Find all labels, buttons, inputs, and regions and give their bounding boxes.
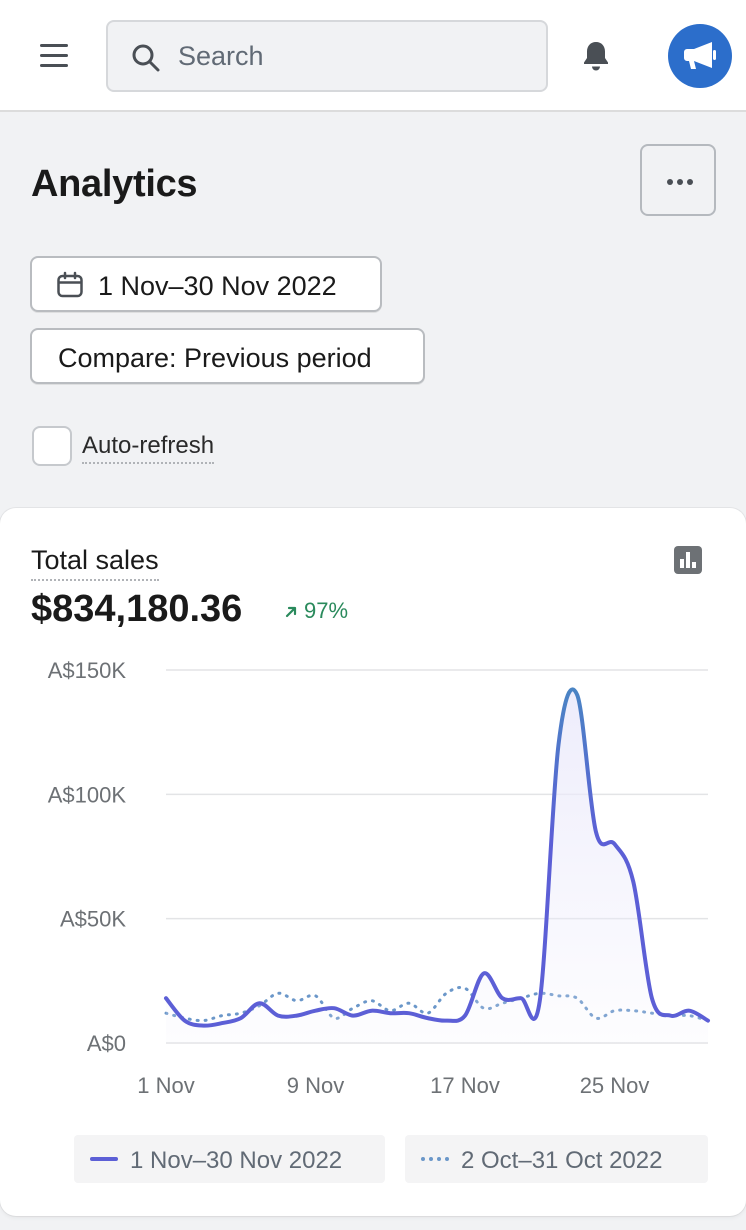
megaphone-icon [684,42,716,69]
top-bar [0,0,746,112]
more-horizontal-icon [667,179,693,185]
compare-label: Compare: Previous period [58,343,372,373]
page-title: Analytics [31,163,198,205]
legend-previous-label: 2 Oct–31 Oct 2022 [461,1147,663,1174]
calendar-icon [57,271,83,298]
search-field[interactable] [106,20,548,92]
search-icon [132,44,160,72]
auto-refresh-label[interactable]: Auto-refresh [82,432,215,464]
x-tick-label: 25 Nov [580,1073,650,1098]
y-tick-label: A$0 [87,1031,126,1056]
change-badge: 97% [284,598,348,624]
compare-button[interactable]: Compare: Previous period [30,328,425,384]
x-tick-label: 1 Nov [137,1073,194,1098]
legend-previous-period[interactable]: 2 Oct–31 Oct 2022 [405,1135,708,1183]
sales-line-chart: A$0 A$50K A$100K A$150K 1 Nov 9 Nov 17 Nov 25 N… [48,658,710,1098]
date-range-button[interactable]: 1 Nov–30 Nov 2022 [30,256,382,312]
arrow-up-right-icon [285,606,297,618]
x-tick-label: 9 Nov [287,1073,344,1098]
x-tick-label: 17 Nov [430,1073,500,1098]
legend-current-period[interactable]: 1 Nov–30 Nov 2022 [74,1135,385,1183]
more-actions-button[interactable] [640,144,716,216]
search-input[interactable] [178,36,528,76]
total-sales-value: $834,180.36 [31,588,243,630]
change-value: 97% [304,598,349,623]
legend-current-label: 1 Nov–30 Nov 2022 [130,1147,343,1174]
bar-chart-icon [674,546,702,574]
notifications-button[interactable] [578,38,614,79]
auto-refresh-checkbox[interactable] [32,426,72,466]
total-sales-card: Total sales $834,180.36 97% A$0 A$50K A$10… [0,508,746,1216]
date-range-label: 1 Nov–30 Nov 2022 [98,271,337,301]
card-title[interactable]: Total sales [31,545,159,581]
menu-button[interactable] [26,30,82,82]
menu-icon [40,44,68,67]
y-tick-label: A$100K [48,782,127,807]
dotted-line-icon [421,1157,449,1161]
chart-type-button[interactable] [674,546,702,579]
solid-line-icon [90,1157,118,1161]
bell-icon [584,42,608,71]
y-tick-label: A$50K [60,907,126,932]
announcements-button[interactable] [668,24,732,88]
y-tick-label: A$150K [48,658,127,683]
